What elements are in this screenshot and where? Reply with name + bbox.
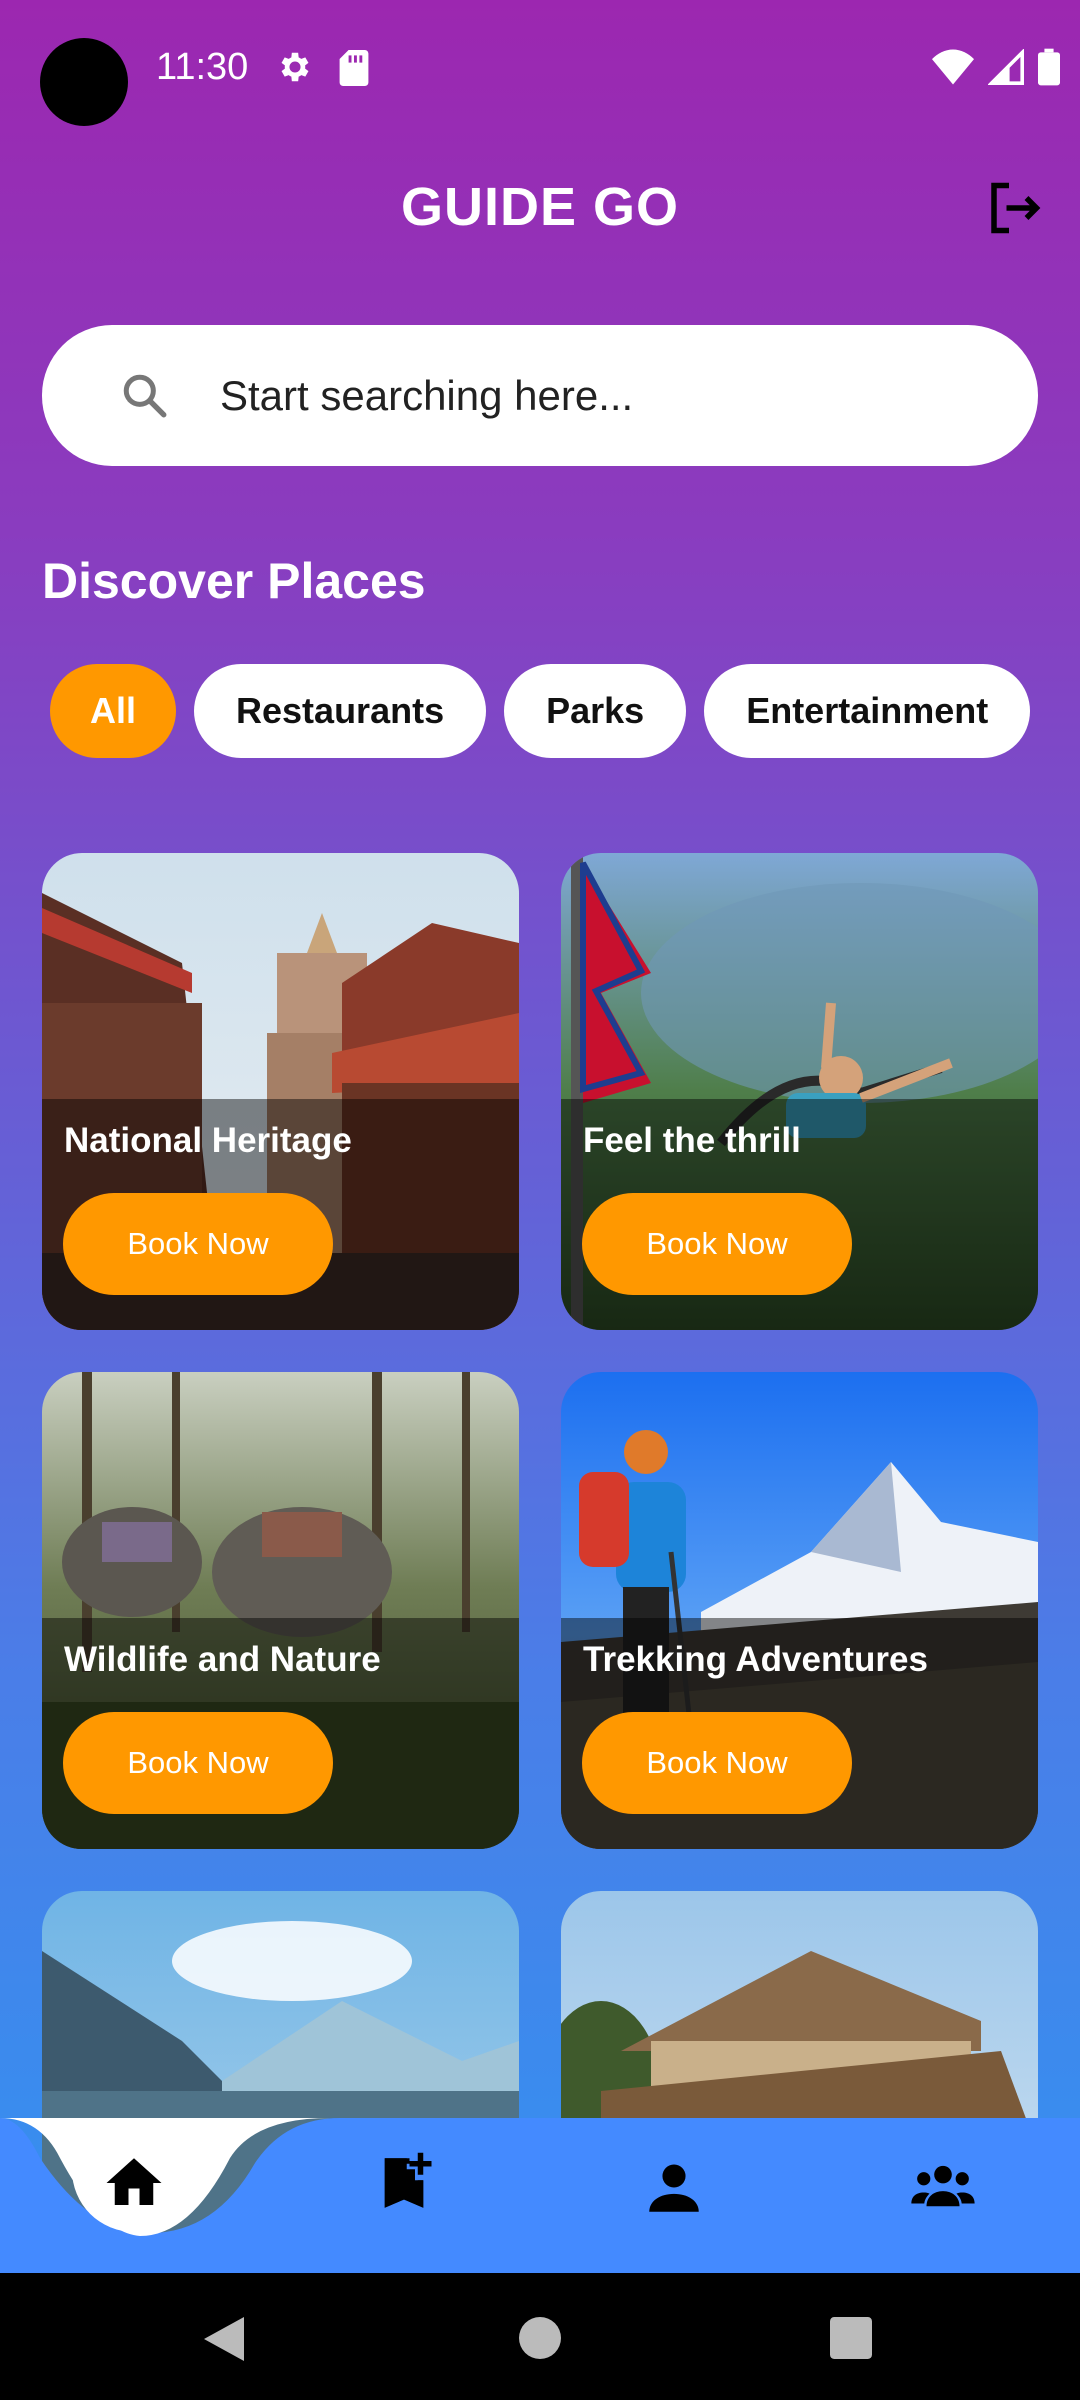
place-card[interactable]: National Heritage Book Now <box>42 853 519 1330</box>
book-now-button[interactable]: Book Now <box>63 1193 333 1295</box>
search-input[interactable] <box>220 325 1000 466</box>
card-title: National Heritage <box>64 1121 352 1160</box>
system-nav-bar <box>0 2273 1080 2400</box>
app-title: GUIDE GO <box>400 177 680 237</box>
status-bar: 11:30 <box>0 0 1080 140</box>
filter-chip-all[interactable]: All <box>50 664 177 758</box>
filter-chip-entertainment[interactable]: Entertainment <box>704 664 1031 758</box>
book-now-button[interactable]: Book Now <box>582 1193 852 1295</box>
camera-cutout <box>40 38 128 126</box>
filter-chip-restaurants[interactable]: Restaurants <box>194 664 487 758</box>
status-time: 11:30 <box>156 46 249 88</box>
filter-chips: All Restaurants Parks Entertainment <box>50 664 1031 758</box>
recents-icon[interactable] <box>830 2317 872 2359</box>
home-icon[interactable] <box>101 2150 167 2216</box>
bottom-nav <box>0 2118 1080 2273</box>
group-icon[interactable] <box>910 2154 976 2220</box>
back-icon[interactable] <box>203 2317 245 2361</box>
place-card[interactable]: Trekking Adventures Book Now <box>561 1372 1038 1849</box>
home-circle-icon[interactable] <box>519 2317 561 2359</box>
status-indicators <box>932 48 1060 86</box>
search-bar[interactable] <box>42 325 1038 466</box>
sd-card-icon <box>339 50 369 86</box>
card-title: Wildlife and Nature <box>64 1640 381 1679</box>
place-card[interactable]: Feel the thrill Book Now <box>561 853 1038 1330</box>
settings-gear-icon <box>281 52 309 82</box>
card-title: Feel the thrill <box>583 1121 801 1160</box>
person-icon[interactable] <box>641 2154 707 2220</box>
cell-signal-icon <box>988 49 1024 85</box>
search-icon <box>123 374 167 418</box>
card-title: Trekking Adventures <box>583 1640 928 1679</box>
section-title: Discover Places <box>42 553 426 609</box>
wifi-icon <box>932 49 974 85</box>
battery-icon <box>1038 48 1060 86</box>
book-now-button[interactable]: Book Now <box>63 1712 333 1814</box>
book-now-button[interactable]: Book Now <box>582 1712 852 1814</box>
filter-chip-parks[interactable]: Parks <box>504 664 687 758</box>
place-card[interactable]: Wildlife and Nature Book Now <box>42 1372 519 1849</box>
logout-icon[interactable] <box>984 178 1044 238</box>
bookmark-add-icon[interactable] <box>371 2150 437 2216</box>
